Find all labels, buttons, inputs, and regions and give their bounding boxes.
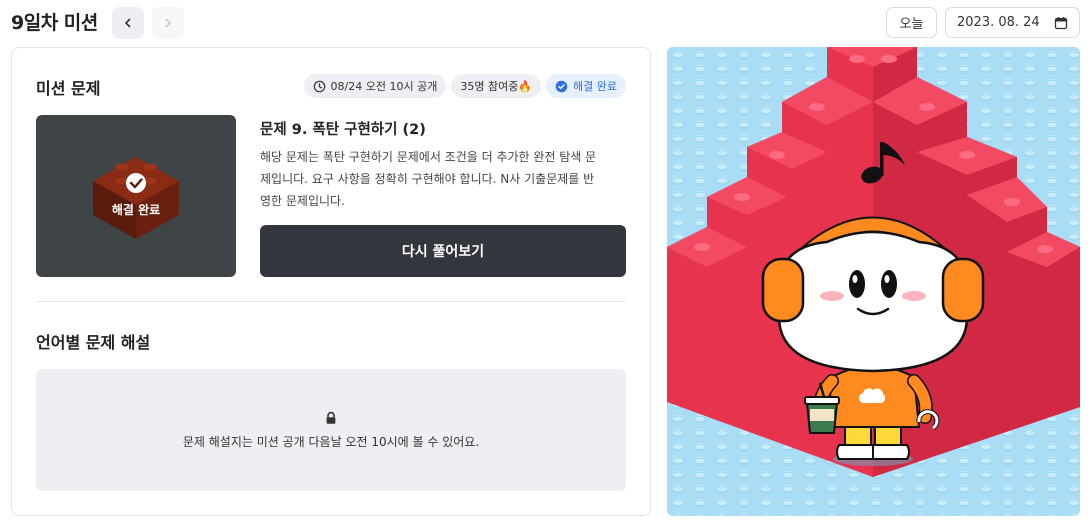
mission-section-title: 미션 문제 [36, 79, 101, 98]
solved-status-label: 해결 완료 [573, 80, 617, 93]
locked-message: 문제 해설지는 미션 공개 다음날 오전 10시에 볼 수 있어요. [182, 435, 480, 449]
lego-mascot-image [667, 47, 1080, 516]
header: 9일차 미션 오늘 2023. 08. 24 [0, 0, 1090, 46]
retry-button[interactable]: 다시 풀어보기 [260, 225, 626, 277]
release-badge: 08/24 오전 10시 공개 [303, 74, 447, 98]
problem-title: 문제 9. 폭탄 구현하기 (2) [260, 122, 426, 138]
section-divider [36, 301, 626, 302]
chevron-left-icon [125, 18, 131, 28]
date-value: 2023. 08. 24 [957, 15, 1040, 30]
solved-status-badge: 해결 완료 [546, 74, 626, 98]
today-button[interactable]: 오늘 [886, 7, 937, 38]
thumbnail-status-label: 해결 완료 [111, 203, 161, 217]
page-title: 9일차 미션 [11, 12, 98, 34]
release-badge-label: 08/24 오전 10시 공개 [330, 80, 438, 93]
check-circle-icon [555, 80, 568, 92]
clock-icon [313, 80, 325, 92]
problem-description-line: 제입니다. 요구 사항을 정확히 구현해야 합니다. N사 기출문제를 반 [260, 172, 595, 186]
problem-description: 해당 문제는 폭탄 구현하기 문제에서 조건을 더 추가한 완전 탐색 문 제입… [260, 146, 630, 212]
problem-description-line: 영한 문제입니다. [260, 194, 345, 208]
chevron-right-icon [165, 18, 171, 28]
solutions-section-title: 언어별 문제 해설 [36, 333, 151, 352]
participants-badge-label: 35명 참여중🔥 [460, 80, 533, 93]
date-picker[interactable]: 2023. 08. 24 [945, 7, 1080, 38]
participants-badge: 35명 참여중🔥 [451, 74, 542, 98]
next-day-button[interactable] [152, 7, 184, 39]
badge-group: 08/24 오전 10시 공개 35명 참여중🔥 해결 완료 [303, 74, 626, 98]
problem-thumbnail: 해결 완료 [36, 115, 236, 277]
prev-day-button[interactable] [112, 7, 144, 39]
calendar-icon [1054, 17, 1068, 30]
mascot-illustration [667, 47, 1080, 516]
brick-image [93, 157, 179, 239]
locked-solutions-panel: 문제 해설지는 미션 공개 다음날 오전 10시에 볼 수 있어요. [36, 369, 626, 491]
mission-card: 미션 문제 08/24 오전 10시 공개 35명 참여중🔥 해결 완료 해결 … [11, 47, 651, 516]
problem-description-line: 해당 문제는 폭탄 구현하기 문제에서 조건을 더 추가한 완전 탐색 문 [260, 150, 597, 164]
lock-icon [326, 411, 336, 424]
